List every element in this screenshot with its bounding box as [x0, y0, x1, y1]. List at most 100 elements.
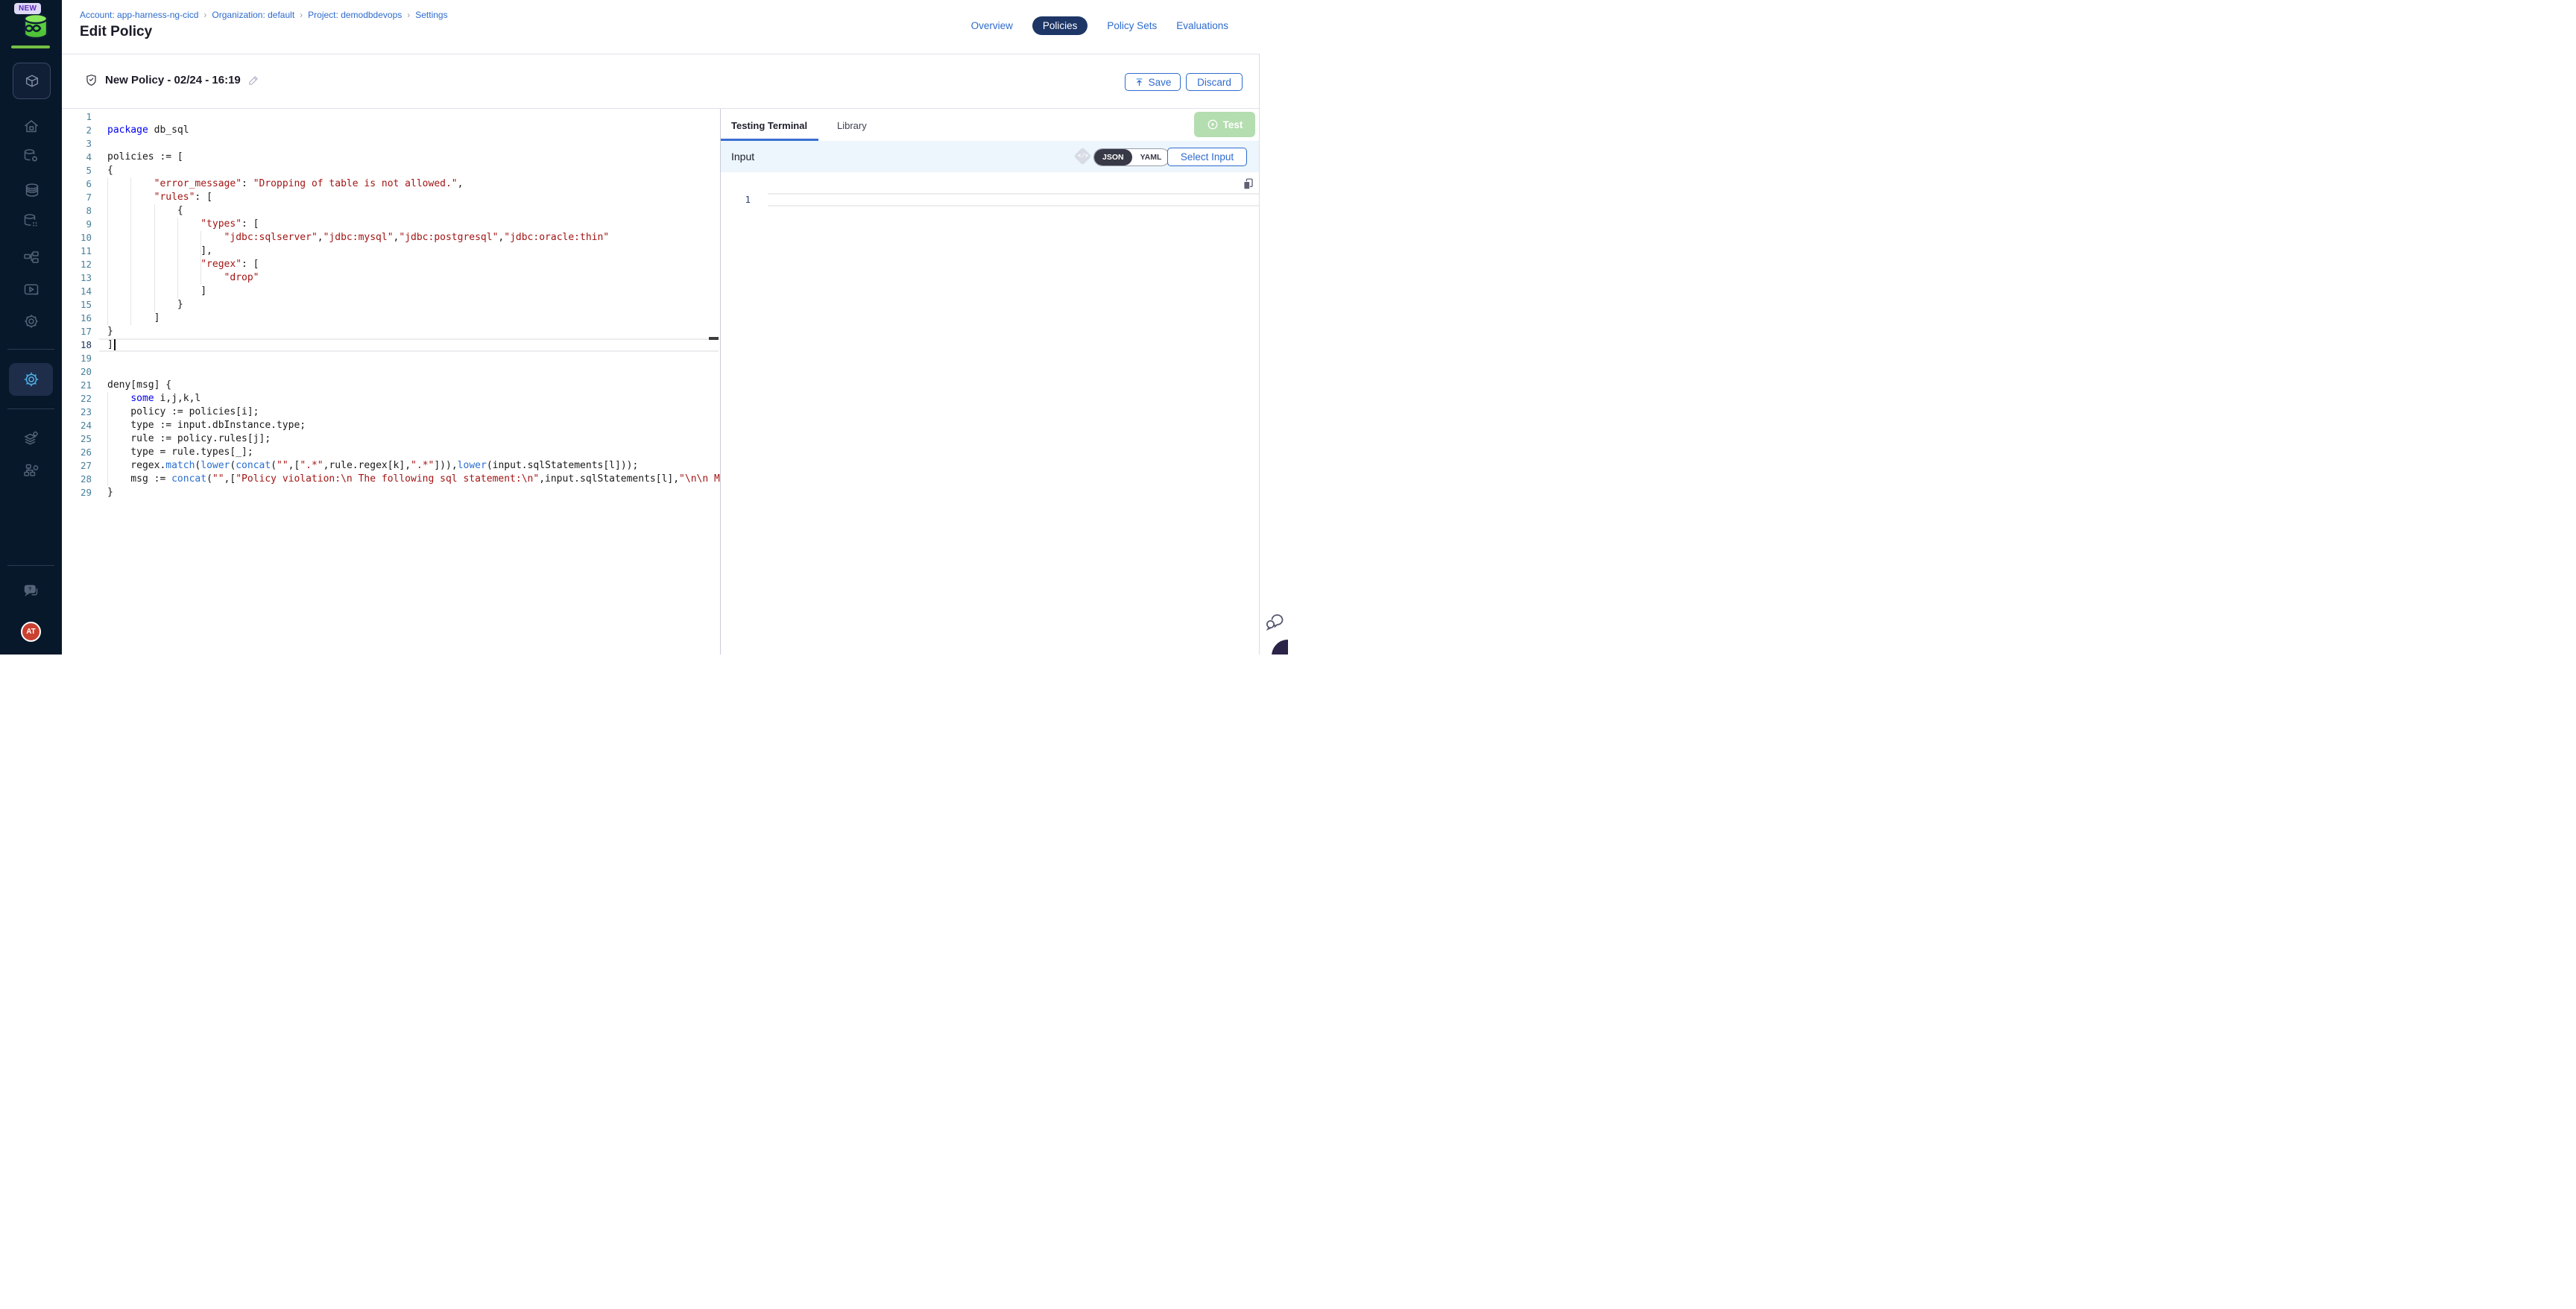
sidebar-item-gear[interactable] [0, 308, 62, 335]
nav-overview[interactable]: Overview [971, 20, 1013, 31]
sidebar-item-database-gear[interactable] [0, 142, 62, 169]
code-line[interactable]: 22 some i,j,k,l [62, 392, 720, 406]
code-line[interactable]: 11 ], [62, 245, 720, 258]
code-line[interactable]: 21deny[msg] { [62, 379, 720, 392]
code-line[interactable]: 14 ] [62, 285, 720, 298]
code-line[interactable]: 29} [62, 486, 720, 499]
nav-policies[interactable]: Policies [1032, 16, 1088, 35]
chat-widget-corner[interactable] [1272, 640, 1288, 654]
code-text: { [92, 204, 183, 218]
sidebar-item-hierarchy-gear[interactable] [0, 457, 62, 484]
nav-evaluations[interactable]: Evaluations [1176, 20, 1228, 31]
code-line[interactable]: 28 msg := concat("",["Policy violation:\… [62, 473, 720, 486]
support-chat-icon[interactable] [1265, 612, 1284, 631]
sidebar-item-database-stack[interactable] [0, 177, 62, 204]
code-line[interactable]: 15 } [62, 298, 720, 312]
breadcrumb-separator: › [300, 10, 303, 20]
code-line[interactable]: 7 "rules": [ [62, 191, 720, 204]
user-avatar[interactable]: AT [21, 622, 41, 642]
code-line[interactable]: 24 type := input.dbInstance.type; [62, 419, 720, 432]
format-option-json[interactable]: JSON [1094, 149, 1132, 165]
test-button[interactable]: Test [1194, 112, 1255, 137]
code-text: "types": [ [92, 218, 259, 231]
breadcrumb-link[interactable]: Settings [415, 10, 447, 20]
breadcrumb-link[interactable]: Project: demodbdevops [308, 10, 402, 20]
breadcrumb-link[interactable]: Organization: default [212, 10, 294, 20]
format-option-yaml[interactable]: YAML [1132, 149, 1170, 165]
line-number: 4 [62, 151, 92, 164]
code-text [92, 137, 107, 151]
code-line[interactable]: 16 ] [62, 312, 720, 325]
code-line[interactable]: 6 "error_message": "Dropping of table is… [62, 177, 720, 191]
line-number: 15 [62, 298, 92, 312]
select-input-label: Select Input [1181, 151, 1234, 163]
line-number: 26 [62, 446, 92, 459]
policy-code-editor[interactable]: 12package db_sql34policies := [5{6 "erro… [62, 109, 720, 654]
code-line[interactable]: 1 [62, 110, 720, 124]
save-button[interactable]: Save [1125, 73, 1181, 91]
format-toggle[interactable]: JSON YAML [1093, 148, 1170, 166]
input-current-line [768, 193, 1259, 206]
testing-panel: Testing Terminal Library Test Input </> … [721, 109, 1259, 654]
code-line[interactable]: 26 type = rule.types[_]; [62, 446, 720, 459]
tab-testing-terminal[interactable]: Testing Terminal [731, 120, 807, 131]
help-chat-button[interactable]: ? [0, 577, 62, 604]
hierarchy-gear-icon [22, 461, 40, 479]
code-line[interactable]: 9 "types": [ [62, 218, 720, 231]
sidebar-item-pipeline[interactable] [0, 245, 62, 271]
code-line[interactable]: 8 { [62, 204, 720, 218]
edit-pencil-icon[interactable] [247, 74, 260, 86]
database-grid-icon [22, 212, 40, 230]
sidebar-item-home[interactable] [0, 113, 62, 140]
code-line[interactable]: 23 policy := policies[i]; [62, 406, 720, 419]
tab-library[interactable]: Library [837, 120, 867, 131]
input-label: Input [731, 151, 754, 163]
code-text: "jdbc:sqlserver","jdbc:mysql","jdbc:post… [92, 231, 609, 245]
line-number: 24 [62, 419, 92, 432]
sidebar-module-selector[interactable] [13, 63, 51, 99]
line-number: 17 [62, 325, 92, 338]
code-line[interactable]: 4policies := [ [62, 151, 720, 164]
select-input-button[interactable]: Select Input [1167, 148, 1247, 166]
sidebar: NEW ? [0, 0, 62, 654]
text-cursor [114, 339, 116, 350]
nav-policy-sets[interactable]: Policy Sets [1107, 20, 1157, 31]
code-text: ], [92, 245, 212, 258]
executions-play-icon [22, 281, 40, 299]
code-line[interactable]: 25 rule := policy.rules[j]; [62, 432, 720, 446]
policy-top-nav: Overview Policies Policy Sets Evaluations [971, 16, 1228, 35]
code-line[interactable]: 3 [62, 137, 720, 151]
copy-icon[interactable] [1242, 177, 1254, 190]
upload-icon [1134, 78, 1144, 87]
code-text: } [92, 325, 113, 338]
code-line[interactable]: 20 [62, 365, 720, 379]
breadcrumb-link[interactable]: Account: app-harness-ng-cicd [80, 10, 198, 20]
code-line[interactable]: 5{ [62, 164, 720, 177]
code-line[interactable]: 12 "regex": [ [62, 258, 720, 271]
code-line[interactable]: 17} [62, 325, 720, 338]
line-number: 10 [62, 231, 92, 245]
code-line[interactable]: 19 [62, 352, 720, 365]
input-line-number: 1 [721, 193, 751, 206]
sidebar-item-database-grid[interactable] [0, 207, 62, 234]
sidebar-item-layers-gear[interactable] [0, 425, 62, 452]
discard-button[interactable]: Discard [1186, 73, 1243, 91]
help-chat-icon: ? [22, 581, 40, 599]
page-title: Edit Policy [80, 24, 152, 40]
code-text: } [92, 486, 113, 499]
sidebar-item-executions-play[interactable] [0, 277, 62, 303]
code-line[interactable]: 13 "drop" [62, 271, 720, 285]
line-number: 28 [62, 473, 92, 486]
code-line[interactable]: 10 "jdbc:sqlserver","jdbc:mysql","jdbc:p… [62, 231, 720, 245]
line-number: 6 [62, 177, 92, 191]
database-gear-icon [22, 147, 40, 165]
policy-title-group: New Policy - 02/24 - 16:19 [84, 73, 260, 87]
code-line[interactable]: 27 regex.match(lower(concat("",[".*",rul… [62, 459, 720, 473]
sidebar-item-settings-active[interactable] [9, 363, 53, 396]
code-line[interactable]: 2package db_sql [62, 124, 720, 137]
code-text [92, 352, 107, 365]
home-icon [22, 118, 40, 136]
input-editor-line[interactable]: 1 [721, 193, 1259, 206]
line-number: 22 [62, 392, 92, 406]
database-devops-logo-icon[interactable] [19, 13, 52, 40]
